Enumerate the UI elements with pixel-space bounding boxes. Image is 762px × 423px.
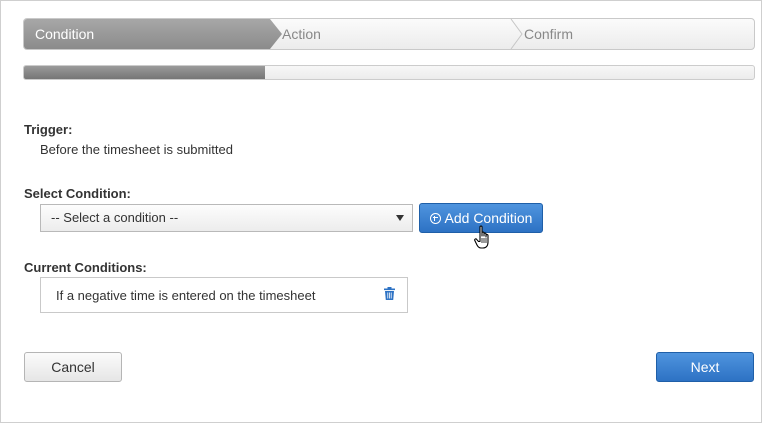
trash-icon[interactable] <box>384 287 395 300</box>
next-label: Next <box>690 359 720 375</box>
condition-select[interactable]: -- Select a condition -- <box>40 204 413 232</box>
step-separator <box>510 19 523 49</box>
step-action-label: Action <box>282 26 321 42</box>
cancel-label: Cancel <box>51 359 95 375</box>
trigger-label: Trigger: <box>24 122 73 137</box>
chevron-down-icon <box>396 215 404 221</box>
wizard-steps: Condition Action Confirm <box>23 18 755 50</box>
step-action[interactable]: Action <box>282 19 321 49</box>
progress-fill <box>24 66 265 79</box>
select-condition-label: Select Condition: <box>24 186 131 201</box>
step-condition-label: Condition <box>35 26 95 42</box>
step-condition[interactable]: Condition <box>24 19 268 49</box>
current-conditions-label: Current Conditions: <box>24 260 147 275</box>
current-conditions-list: If a negative time is entered on the tim… <box>40 277 408 313</box>
plus-circle-icon <box>429 212 441 224</box>
trigger-value: Before the timesheet is submitted <box>40 142 233 157</box>
next-button[interactable]: Next <box>656 352 754 382</box>
condition-select-value: -- Select a condition -- <box>51 210 179 225</box>
dialog-frame: Condition Action Confirm Trigger: Before… <box>0 0 762 423</box>
hand-cursor-icon <box>474 225 489 249</box>
step-confirm[interactable]: Confirm <box>524 19 573 49</box>
cancel-button[interactable]: Cancel <box>24 352 122 382</box>
step-confirm-label: Confirm <box>524 26 574 42</box>
add-condition-label: Add Condition <box>444 210 533 226</box>
progress-bar <box>23 65 755 80</box>
condition-item-text: If a negative time is entered on the tim… <box>56 288 316 303</box>
